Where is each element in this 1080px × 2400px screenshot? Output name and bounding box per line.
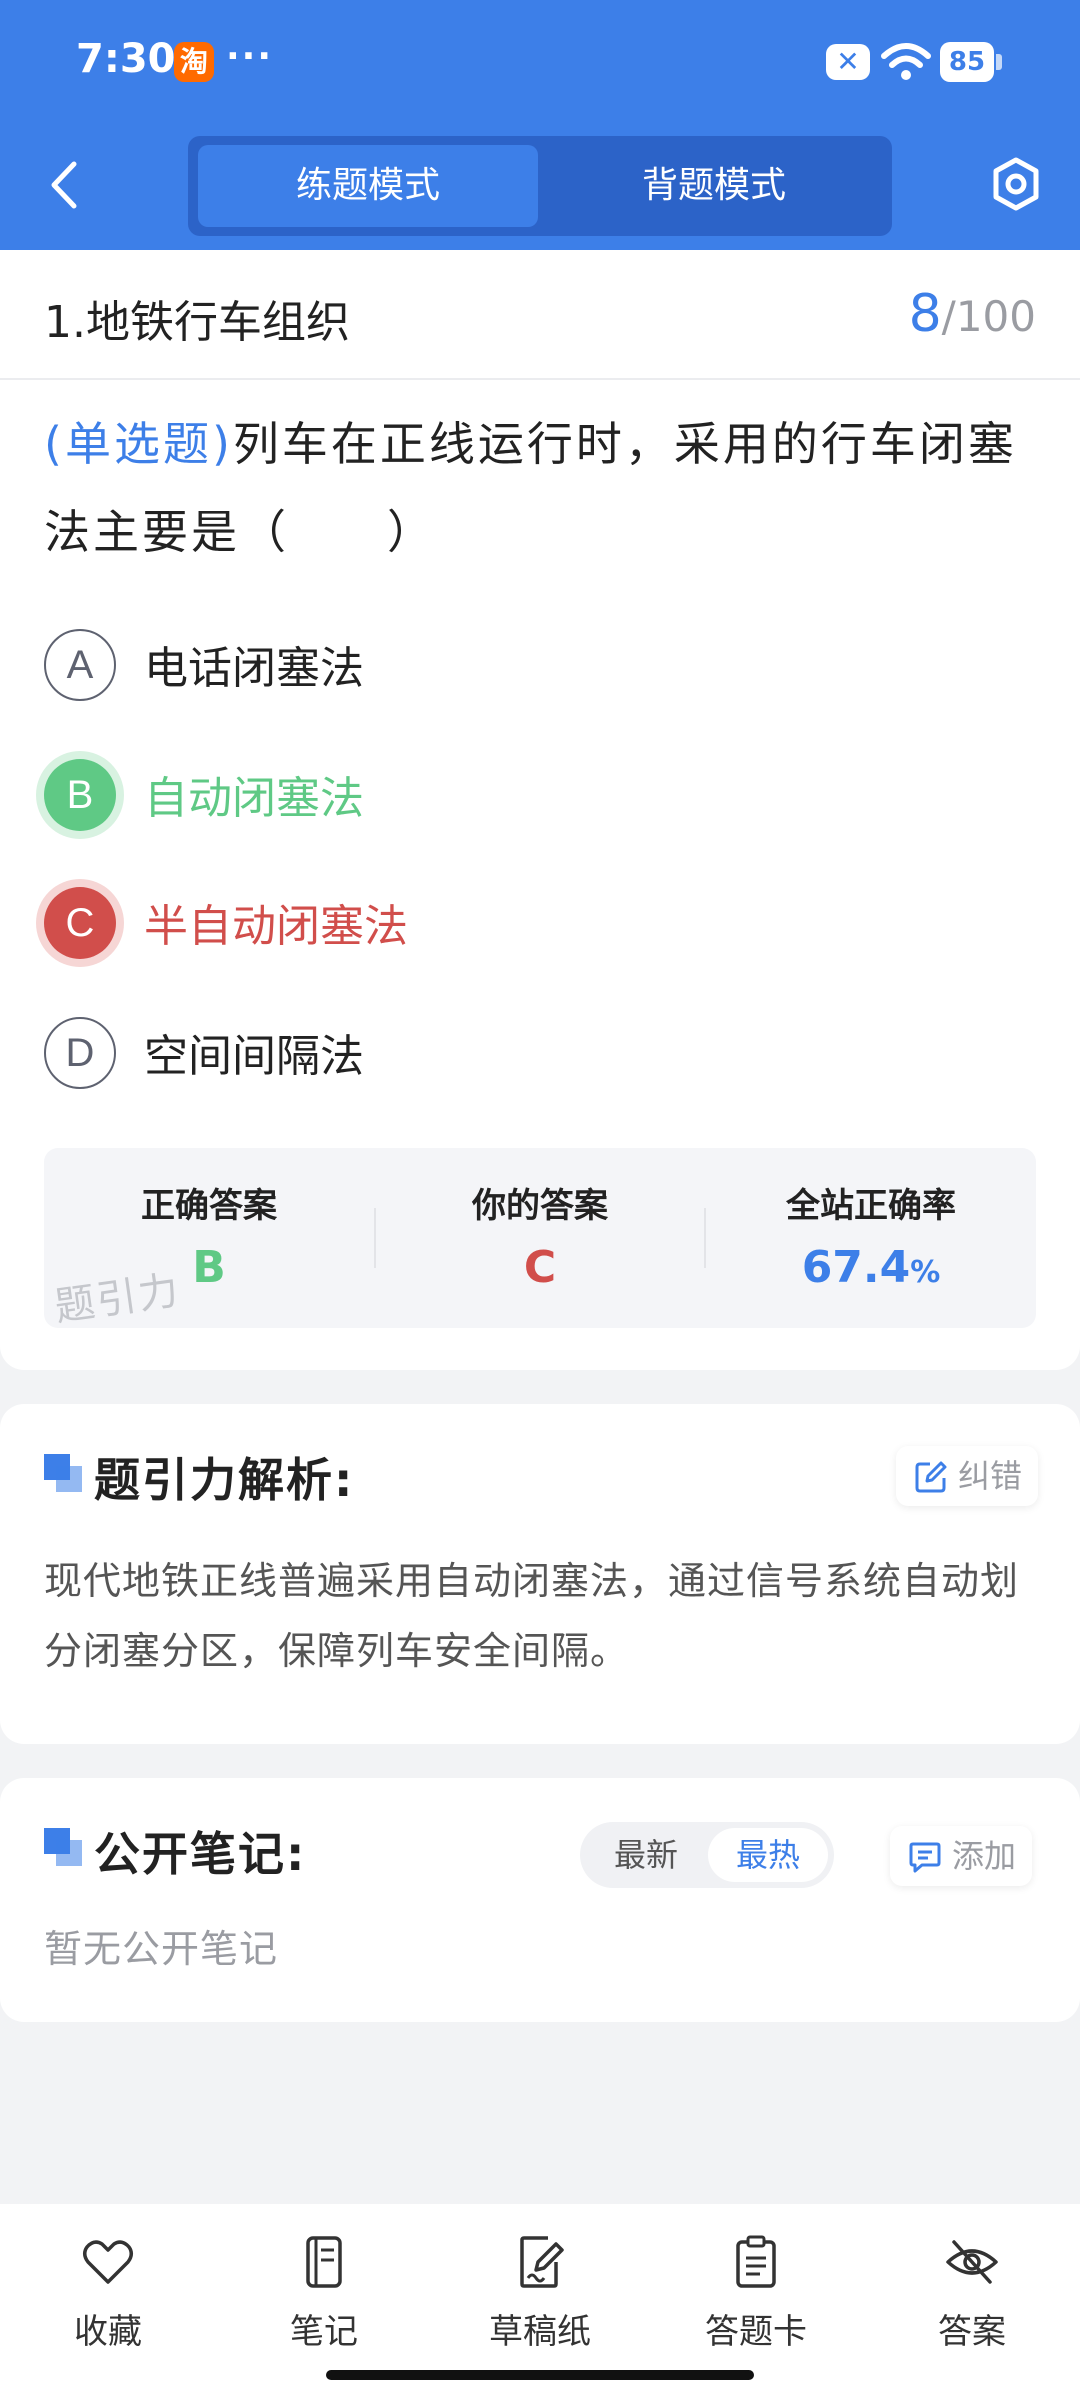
nav-notes[interactable]: 笔记 xyxy=(216,2234,432,2364)
heart-icon xyxy=(83,2240,133,2284)
notes-title: 公开笔记: xyxy=(94,1827,307,1881)
notes-sort-toggle: 最新 最热 xyxy=(580,1822,834,1888)
section-squares-icon xyxy=(44,1454,82,1492)
progress-total: /100 xyxy=(941,292,1036,341)
add-note-label: 添加 xyxy=(952,1837,1017,1875)
taobao-app-icon: 淘 xyxy=(174,42,214,82)
option-label: 电话闭塞法 xyxy=(144,643,364,694)
accuracy-unit: % xyxy=(910,1255,941,1290)
option-b[interactable]: B 自动闭塞法 xyxy=(44,754,1044,834)
top-bar: 7:30 淘 ··· ✕ 85 练题模式 背题模式 xyxy=(0,0,1080,250)
nav-answer[interactable]: 答案 xyxy=(864,2234,1080,2364)
draft-paper-icon xyxy=(520,2236,564,2288)
more-notifications-icon: ··· xyxy=(226,36,274,77)
option-c[interactable]: C 半自动闭塞法 xyxy=(44,882,1044,962)
battery-tip xyxy=(996,54,1002,70)
question-type: (单选题) xyxy=(44,417,233,471)
settings-hexagon-icon[interactable] xyxy=(988,154,1044,214)
battery-indicator: 85 xyxy=(940,42,994,82)
add-note-button[interactable]: 添加 xyxy=(890,1826,1033,1886)
nav-draft[interactable]: 草稿纸 xyxy=(432,2234,648,2364)
sort-hottest[interactable]: 最热 xyxy=(708,1828,828,1882)
site-accuracy-value: 67.4% xyxy=(706,1242,1036,1293)
answer-card-icon xyxy=(736,2235,776,2288)
analysis-card: 题引力解析: 纠错 现代地铁正线普遍采用自动闭塞法，通过信号系统自动划分闭塞分区… xyxy=(0,1404,1080,1744)
edit-icon xyxy=(915,1461,947,1493)
sort-latest[interactable]: 最新 xyxy=(586,1828,706,1882)
wifi-icon xyxy=(881,43,931,80)
option-letter: C xyxy=(44,887,116,959)
option-d[interactable]: D 空间间隔法 xyxy=(44,1012,1044,1092)
nav-answer-card-label: 答题卡 xyxy=(705,2312,807,2352)
mode-switch: 练题模式 背题模式 xyxy=(188,136,892,236)
empty-notes-text: 暂无公开笔记 xyxy=(44,1927,279,1971)
site-accuracy-label: 全站正确率 xyxy=(786,1186,956,1226)
nav-notes-label: 笔记 xyxy=(290,2312,358,2352)
eye-off-icon xyxy=(946,2240,998,2284)
option-a[interactable]: A 电话闭塞法 xyxy=(44,624,1044,704)
status-bar: 7:30 淘 ··· ✕ 85 xyxy=(0,30,1080,94)
option-label: 空间间隔法 xyxy=(144,1031,364,1082)
close-badge-icon: ✕ xyxy=(826,44,870,80)
notebook-icon xyxy=(306,2236,342,2288)
nav-answer-label: 答案 xyxy=(938,2312,1006,2352)
analysis-title: 题引力解析: xyxy=(94,1453,355,1507)
comment-add-icon xyxy=(909,1842,941,1873)
tab-practice-mode[interactable]: 练题模式 xyxy=(198,145,538,227)
my-answer-col: 你的答案 C xyxy=(375,1148,705,1328)
nav-answer-card[interactable]: 答题卡 xyxy=(648,2234,864,2364)
accuracy-number: 67.4 xyxy=(801,1242,911,1293)
option-label: 半自动闭塞法 xyxy=(144,901,408,952)
back-arrow-icon[interactable] xyxy=(40,150,86,220)
question-card: 1.地铁行车组织 8/100 (单选题)列车在正线运行时，采用的行车闭塞法主要是… xyxy=(0,250,1080,1370)
correct-answer-label: 正确答案 xyxy=(141,1186,277,1226)
option-letter: B xyxy=(44,759,116,831)
option-letter: A xyxy=(44,629,116,701)
tab-memorize-mode[interactable]: 背题模式 xyxy=(544,145,884,227)
public-notes-card: 公开笔记: 最新 最热 添加 暂无公开笔记 xyxy=(0,1778,1080,2022)
option-letter: D xyxy=(44,1017,116,1089)
progress-current: 8 xyxy=(908,284,942,344)
nav-favorite-label: 收藏 xyxy=(74,2312,142,2352)
nav-draft-label: 草稿纸 xyxy=(489,2312,591,2352)
option-label: 自动闭塞法 xyxy=(144,773,364,824)
report-error-button[interactable]: 纠错 xyxy=(896,1446,1039,1506)
nav-favorite[interactable]: 收藏 xyxy=(0,2234,216,2364)
section-squares-icon xyxy=(44,1828,82,1866)
report-error-label: 纠错 xyxy=(958,1457,1023,1495)
answer-summary: 正确答案 B 你的答案 C 全站正确率 67.4% 题引力 xyxy=(44,1148,1036,1331)
question-progress: 8/100 xyxy=(909,284,1036,344)
question-text: (单选题)列车在正线运行时，采用的行车闭塞法主要是（ ） xyxy=(44,400,1044,576)
home-indicator[interactable] xyxy=(326,2370,754,2380)
my-answer-label: 你的答案 xyxy=(472,1186,608,1226)
analysis-text: 现代地铁正线普遍采用自动闭塞法，通过信号系统自动划分闭塞分区，保障列车安全间隔。 xyxy=(44,1559,1020,1673)
chapter-title: 1.地铁行车组织 xyxy=(44,297,350,348)
chapter-header: 1.地铁行车组织 8/100 xyxy=(0,250,1080,380)
site-accuracy-col: 全站正确率 67.4% xyxy=(706,1148,1036,1328)
my-answer-value: C xyxy=(523,1242,557,1293)
status-time: 7:30 xyxy=(76,36,176,82)
